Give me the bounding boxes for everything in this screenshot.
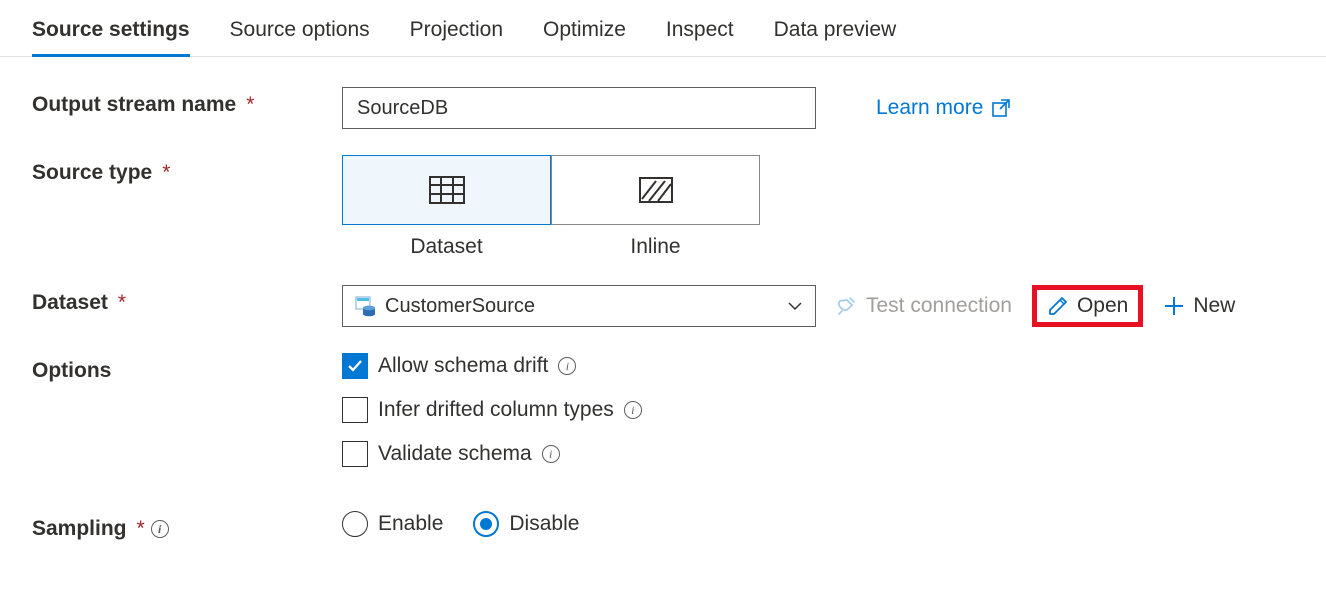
- caption-inline: Inline: [551, 235, 760, 259]
- checkmark-icon: [346, 357, 364, 375]
- caption-dataset: Dataset: [342, 235, 551, 259]
- row-options: Options Allow schema drift i Infer drift…: [32, 353, 1294, 485]
- tab-projection[interactable]: Projection: [410, 18, 503, 56]
- label-output-stream-name: Output stream name*: [32, 87, 342, 117]
- test-connection-button[interactable]: Test connection: [836, 294, 1012, 318]
- info-icon[interactable]: i: [624, 401, 642, 419]
- output-stream-name-input[interactable]: [342, 87, 816, 129]
- label-sampling: Sampling* i: [32, 511, 342, 541]
- required-indicator: *: [137, 517, 145, 541]
- tab-source-settings[interactable]: Source settings: [32, 18, 190, 56]
- tab-optimize[interactable]: Optimize: [543, 18, 626, 56]
- sampling-disable-radio[interactable]: Disable: [473, 511, 579, 537]
- checkbox-allow-schema-drift[interactable]: [342, 353, 368, 379]
- learn-more-link[interactable]: Learn more: [876, 96, 1011, 120]
- source-type-toggle: [342, 155, 760, 225]
- tab-bar: Source settings Source options Projectio…: [0, 0, 1326, 57]
- source-type-inline-button[interactable]: [551, 155, 760, 225]
- option-validate-schema: Validate schema i: [342, 441, 560, 467]
- pencil-icon: [1047, 295, 1069, 317]
- tab-data-preview[interactable]: Data preview: [774, 18, 897, 56]
- tab-inspect[interactable]: Inspect: [666, 18, 734, 56]
- external-link-icon: [991, 98, 1011, 118]
- plug-icon: [836, 295, 858, 317]
- dataset-sql-icon: [355, 295, 377, 317]
- source-type-dataset-button[interactable]: [342, 155, 551, 225]
- info-icon[interactable]: i: [151, 520, 169, 538]
- info-icon[interactable]: i: [542, 445, 560, 463]
- row-sampling: Sampling* i Enable Disable: [32, 511, 1294, 541]
- tab-source-options[interactable]: Source options: [230, 18, 370, 56]
- required-indicator: *: [246, 93, 254, 117]
- checkbox-validate-schema[interactable]: [342, 441, 368, 467]
- plus-icon: [1163, 295, 1185, 317]
- sampling-enable-radio[interactable]: Enable: [342, 511, 443, 537]
- label-options: Options: [32, 353, 342, 383]
- label-dataset: Dataset*: [32, 285, 342, 315]
- checkbox-infer-drifted-column-types[interactable]: [342, 397, 368, 423]
- source-type-captions: Dataset Inline: [342, 235, 760, 259]
- open-button[interactable]: Open: [1047, 294, 1128, 318]
- new-button[interactable]: New: [1163, 294, 1235, 318]
- option-infer-drifted-column-types: Infer drifted column types i: [342, 397, 642, 423]
- inline-icon: [639, 177, 673, 203]
- dataset-selected-value: CustomerSource: [385, 295, 787, 318]
- open-button-highlight: Open: [1032, 285, 1143, 327]
- row-dataset: Dataset* CustomerSource: [32, 285, 1294, 327]
- required-indicator: *: [118, 291, 126, 315]
- option-allow-schema-drift: Allow schema drift i: [342, 353, 576, 379]
- row-output-stream-name: Output stream name* Learn more: [32, 87, 1294, 129]
- form-area: Output stream name* Learn more Source ty…: [0, 57, 1326, 587]
- label-source-type: Source type*: [32, 155, 342, 185]
- chevron-down-icon: [787, 298, 803, 314]
- required-indicator: *: [162, 161, 170, 185]
- info-icon[interactable]: i: [558, 357, 576, 375]
- dataset-dropdown[interactable]: CustomerSource: [342, 285, 816, 327]
- dataset-icon: [429, 176, 465, 204]
- row-source-type: Source type*: [32, 155, 1294, 259]
